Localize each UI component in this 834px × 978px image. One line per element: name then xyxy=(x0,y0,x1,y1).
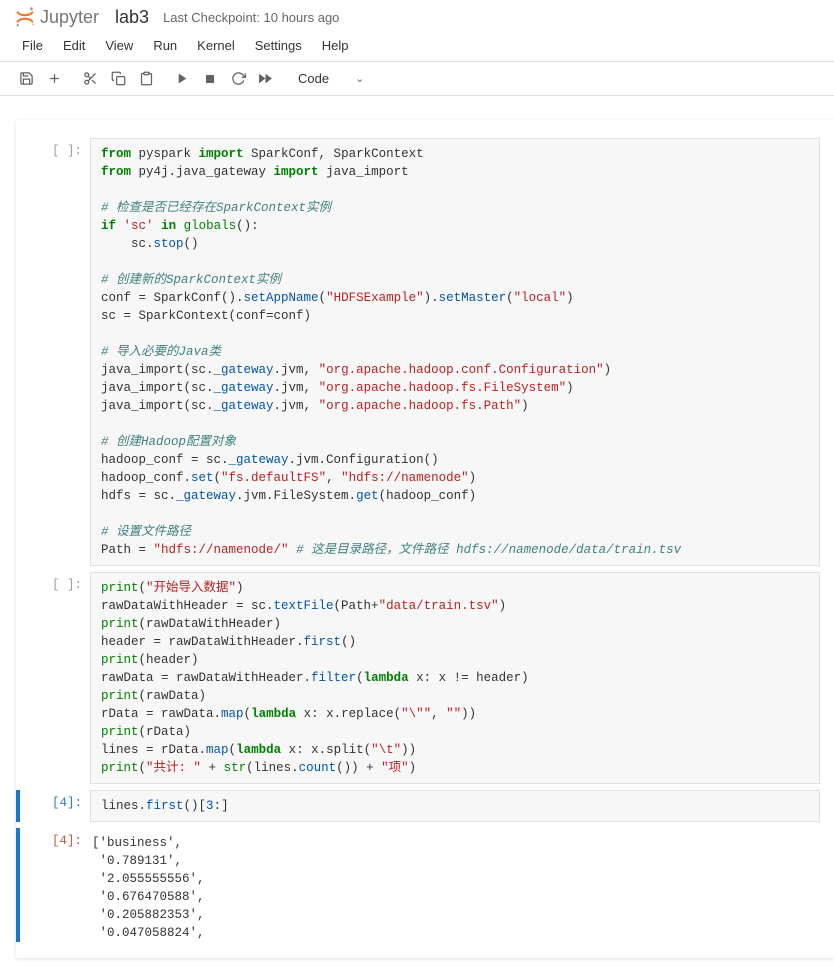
app-header: Jupyter lab3 Last Checkpoint: 10 hours a… xyxy=(0,0,834,32)
code-line: # 创建新的SparkContext实例 xyxy=(101,271,809,289)
code-cell[interactable]: [ ]:print("开始导入数据")rawDataWithHeader = s… xyxy=(16,572,834,784)
code-editor[interactable]: from pyspark import SparkConf, SparkCont… xyxy=(90,138,820,566)
cell-gutter xyxy=(16,138,24,566)
jupyter-logo-icon xyxy=(14,6,36,28)
code-line: header = rawDataWithHeader.first() xyxy=(101,633,809,651)
run-button[interactable] xyxy=(168,66,196,92)
input-prompt: [ ]: xyxy=(24,572,90,592)
add-cell-button[interactable] xyxy=(40,66,68,92)
code-line: sc.stop() xyxy=(101,235,809,253)
code-line: print("共计: " + str(lines.count()) + "项") xyxy=(101,759,809,777)
cell-gutter xyxy=(16,572,24,784)
cell-gutter xyxy=(16,828,20,942)
code-line: print(rData) xyxy=(101,723,809,741)
input-prompt: [ ]: xyxy=(24,138,90,158)
code-line: Path = "hdfs://namenode/" # 这是目录路径，文件路径 … xyxy=(101,541,809,559)
code-line: hadoop_conf.set("fs.defaultFS", "hdfs://… xyxy=(101,469,809,487)
code-line: # 导入必要的Java类 xyxy=(101,343,809,361)
toolbar: Code ⌄ xyxy=(0,62,834,96)
checkpoint-label: Last Checkpoint: 10 hours ago xyxy=(163,10,339,25)
code-line: lines.first()[3:] xyxy=(101,797,809,815)
copy-button[interactable] xyxy=(104,66,132,92)
code-line: rawData = rawDataWithHeader.filter(lambd… xyxy=(101,669,809,687)
code-line: from pyspark import SparkConf, SparkCont… xyxy=(101,145,809,163)
code-line: conf = SparkConf().setAppName("HDFSExamp… xyxy=(101,289,809,307)
code-cell[interactable]: [ ]: from pyspark import SparkConf, Spark… xyxy=(16,138,834,566)
chevron-down-icon: ⌄ xyxy=(355,72,364,85)
code-line: print(header) xyxy=(101,651,809,669)
code-line: java_import(sc._gateway.jvm, "org.apache… xyxy=(101,397,809,415)
code-line xyxy=(101,253,809,271)
menu-edit[interactable]: Edit xyxy=(53,34,95,57)
code-line: if 'sc' in globals(): xyxy=(101,217,809,235)
code-line: rawDataWithHeader = sc.textFile(Path+"da… xyxy=(101,597,809,615)
code-line: sc = SparkContext(conf=conf) xyxy=(101,307,809,325)
menu-file[interactable]: File xyxy=(12,34,53,57)
output-prompt: [4]: xyxy=(24,828,90,848)
output-text: ['business', '0.789131', '2.055555556', … xyxy=(90,828,820,942)
code-line: # 创建Hadoop配置对象 xyxy=(101,433,809,451)
code-line xyxy=(101,181,809,199)
code-line: # 检查是否已经存在SparkContext实例 xyxy=(101,199,809,217)
cell-type-select[interactable]: Code ⌄ xyxy=(288,67,370,91)
run-all-button[interactable] xyxy=(252,66,280,92)
code-line: rData = rawData.map(lambda x: x.replace(… xyxy=(101,705,809,723)
paste-button[interactable] xyxy=(132,66,160,92)
cut-button[interactable] xyxy=(76,66,104,92)
cell-gutter xyxy=(16,790,20,822)
code-line xyxy=(101,415,809,433)
code-editor[interactable]: lines.first()[3:] xyxy=(90,790,820,822)
document-title[interactable]: lab3 xyxy=(115,7,149,28)
menu-help[interactable]: Help xyxy=(312,34,359,57)
code-editor[interactable]: print("开始导入数据")rawDataWithHeader = sc.te… xyxy=(90,572,820,784)
notebook-scroll[interactable]: [ ]: from pyspark import SparkConf, Spark… xyxy=(0,96,834,978)
code-line: # 设置文件路径 xyxy=(101,523,809,541)
input-prompt: [4]: xyxy=(24,790,90,810)
code-line xyxy=(101,325,809,343)
code-line: print(rawDataWithHeader) xyxy=(101,615,809,633)
code-line: hadoop_conf = sc._gateway.jvm.Configurat… xyxy=(101,451,809,469)
menu-bar: File Edit View Run Kernel Settings Help xyxy=(0,32,834,62)
restart-button[interactable] xyxy=(224,66,252,92)
code-line: from py4j.java_gateway import java_impor… xyxy=(101,163,809,181)
code-line: lines = rData.map(lambda x: x.split("\t"… xyxy=(101,741,809,759)
code-line: hdfs = sc._gateway.jvm.FileSystem.get(ha… xyxy=(101,487,809,505)
code-line: java_import(sc._gateway.jvm, "org.apache… xyxy=(101,379,809,397)
code-line: java_import(sc._gateway.jvm, "org.apache… xyxy=(101,361,809,379)
code-cell[interactable]: [4]: lines.first()[3:] xyxy=(16,790,834,822)
code-line: print(rawData) xyxy=(101,687,809,705)
menu-settings[interactable]: Settings xyxy=(245,34,312,57)
menu-view[interactable]: View xyxy=(95,34,143,57)
output-cell[interactable]: [4]:['business', '0.789131', '2.05555555… xyxy=(16,828,834,942)
code-line: print("开始导入数据") xyxy=(101,579,809,597)
notebook: [ ]: from pyspark import SparkConf, Spark… xyxy=(16,120,834,958)
jupyter-brand-text: Jupyter xyxy=(40,7,99,28)
code-line xyxy=(101,505,809,523)
menu-run[interactable]: Run xyxy=(143,34,187,57)
cell-type-value: Code xyxy=(298,71,329,86)
menu-kernel[interactable]: Kernel xyxy=(187,34,245,57)
save-button[interactable] xyxy=(12,66,40,92)
jupyter-logo: Jupyter xyxy=(14,6,99,28)
stop-button[interactable] xyxy=(196,66,224,92)
